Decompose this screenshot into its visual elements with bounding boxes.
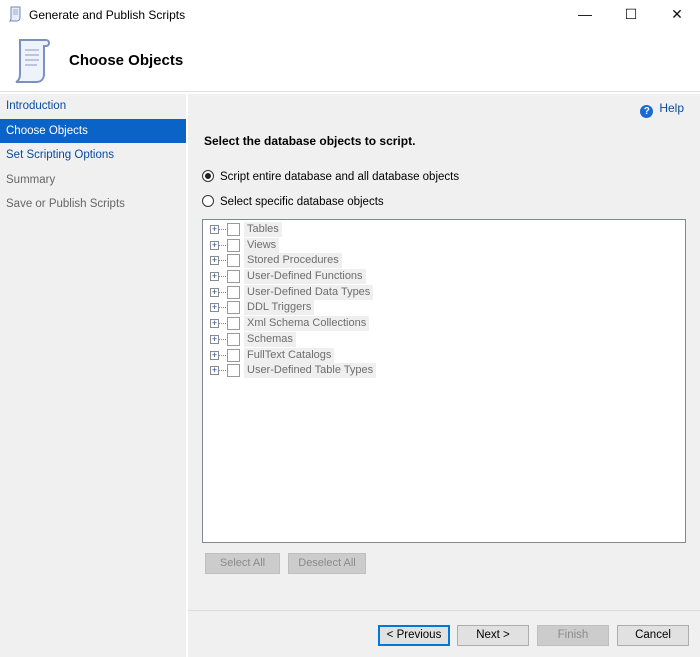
footer-divider (188, 610, 700, 611)
tree-connector (219, 338, 226, 340)
wizard-nav: Introduction Choose Objects Set Scriptin… (0, 94, 186, 657)
node-label: Views (244, 237, 280, 253)
node-checkbox[interactable] (227, 332, 240, 346)
tree-connector (219, 323, 226, 325)
tree-node[interactable]: + User-Defined Table Types (203, 363, 685, 379)
tree-node[interactable]: + Tables (203, 222, 685, 238)
node-label: User-Defined Functions (244, 269, 366, 285)
nav-set-scripting-options[interactable]: Set Scripting Options (0, 143, 186, 168)
nav-introduction[interactable]: Introduction (0, 94, 186, 119)
node-checkbox[interactable] (227, 223, 240, 236)
deselect-all-button: Deselect All (288, 553, 366, 574)
radio-selected-indicator[interactable] (202, 170, 214, 182)
expand-icon[interactable]: + (210, 272, 219, 282)
cancel-button[interactable]: Cancel (617, 625, 689, 646)
node-label: Xml Schema Collections (244, 316, 370, 332)
radio-label: Select specific database objects (220, 196, 384, 208)
tree-connector (219, 307, 226, 309)
nav-summary: Summary (6, 173, 56, 186)
node-label: Stored Procedures (244, 253, 342, 269)
minimize-button[interactable]: — (562, 0, 608, 30)
close-button[interactable]: ✕ (654, 0, 700, 30)
node-label: User-Defined Data Types (244, 284, 374, 300)
node-label: Tables (244, 222, 282, 237)
prompt-text: Select the database objects to script. (204, 134, 416, 148)
nav-save-or-publish: Save or Publish Scripts (6, 198, 125, 210)
title-bar: Generate and Publish Scripts — ☐ ✕ (0, 0, 700, 30)
expand-icon[interactable]: + (210, 334, 219, 344)
tree-node[interactable]: + User-Defined Functions (203, 269, 685, 285)
node-checkbox[interactable] (227, 317, 240, 331)
node-checkbox[interactable] (227, 348, 240, 362)
node-checkbox[interactable] (227, 364, 240, 378)
help-link[interactable]: ? Help (640, 101, 684, 118)
expand-icon[interactable]: + (210, 366, 219, 376)
finish-button: Finish (537, 625, 609, 646)
tree-connector (219, 291, 226, 293)
node-checkbox[interactable] (227, 238, 240, 252)
radio-indicator[interactable] (202, 195, 214, 207)
radio-specific-objects[interactable]: Select specific database objects (202, 195, 384, 208)
expand-icon[interactable]: + (210, 350, 219, 360)
tree-connector (219, 244, 226, 246)
help-icon: ? (640, 105, 654, 118)
expand-icon[interactable]: + (210, 256, 219, 266)
tree-node[interactable]: + Xml Schema Collections (203, 316, 685, 332)
node-checkbox[interactable] (227, 301, 240, 315)
window-title: Generate and Publish Scripts (29, 8, 186, 22)
expand-icon[interactable]: + (210, 303, 219, 313)
tree-connector (219, 354, 226, 356)
expand-icon[interactable]: + (210, 225, 219, 234)
main-panel: ? Help Select the database objects to scr… (188, 94, 700, 657)
page-title: Choose Objects (69, 52, 184, 69)
expand-icon[interactable]: + (210, 319, 219, 329)
radio-entire-database[interactable]: Script entire database and all database … (202, 170, 459, 183)
wizard-header: Choose Objects (0, 30, 700, 92)
help-label: Help (659, 101, 684, 115)
next-button[interactable]: Next > (457, 625, 529, 646)
node-checkbox[interactable] (227, 254, 240, 268)
script-scroll-icon (15, 39, 50, 83)
node-checkbox[interactable] (227, 285, 240, 299)
node-label: DDL Triggers (244, 300, 315, 316)
tree-node[interactable]: + Views (203, 237, 685, 254)
tree-connector (219, 370, 226, 372)
script-scroll-icon (8, 6, 21, 22)
tree-node[interactable]: + DDL Triggers (203, 300, 685, 316)
node-checkbox[interactable] (227, 270, 240, 284)
expand-icon[interactable]: + (210, 287, 219, 297)
object-tree[interactable]: + Tables + Views + Stored Procedures + User-Def… (202, 219, 686, 543)
nav-choose-objects[interactable]: Choose Objects (0, 118, 186, 143)
tree-connector (219, 260, 226, 262)
node-label: Schemas (244, 331, 296, 347)
tree-connector (219, 229, 226, 230)
radio-label: Script entire database and all database … (220, 171, 460, 183)
node-label: FullText Catalogs (244, 347, 335, 363)
tree-node[interactable]: + FullText Catalogs (203, 347, 685, 364)
tree-connector (219, 276, 226, 278)
tree-node[interactable]: + User-Defined Data Types (203, 284, 685, 301)
maximize-button[interactable]: ☐ (608, 0, 654, 30)
tree-node[interactable]: + Stored Procedures (203, 253, 685, 269)
previous-button[interactable]: < Previous (378, 625, 450, 646)
expand-icon[interactable]: + (210, 240, 219, 250)
node-label: User-Defined Table Types (244, 363, 377, 379)
tree-node[interactable]: + Schemas (203, 331, 685, 348)
select-all-button: Select All (205, 553, 280, 574)
